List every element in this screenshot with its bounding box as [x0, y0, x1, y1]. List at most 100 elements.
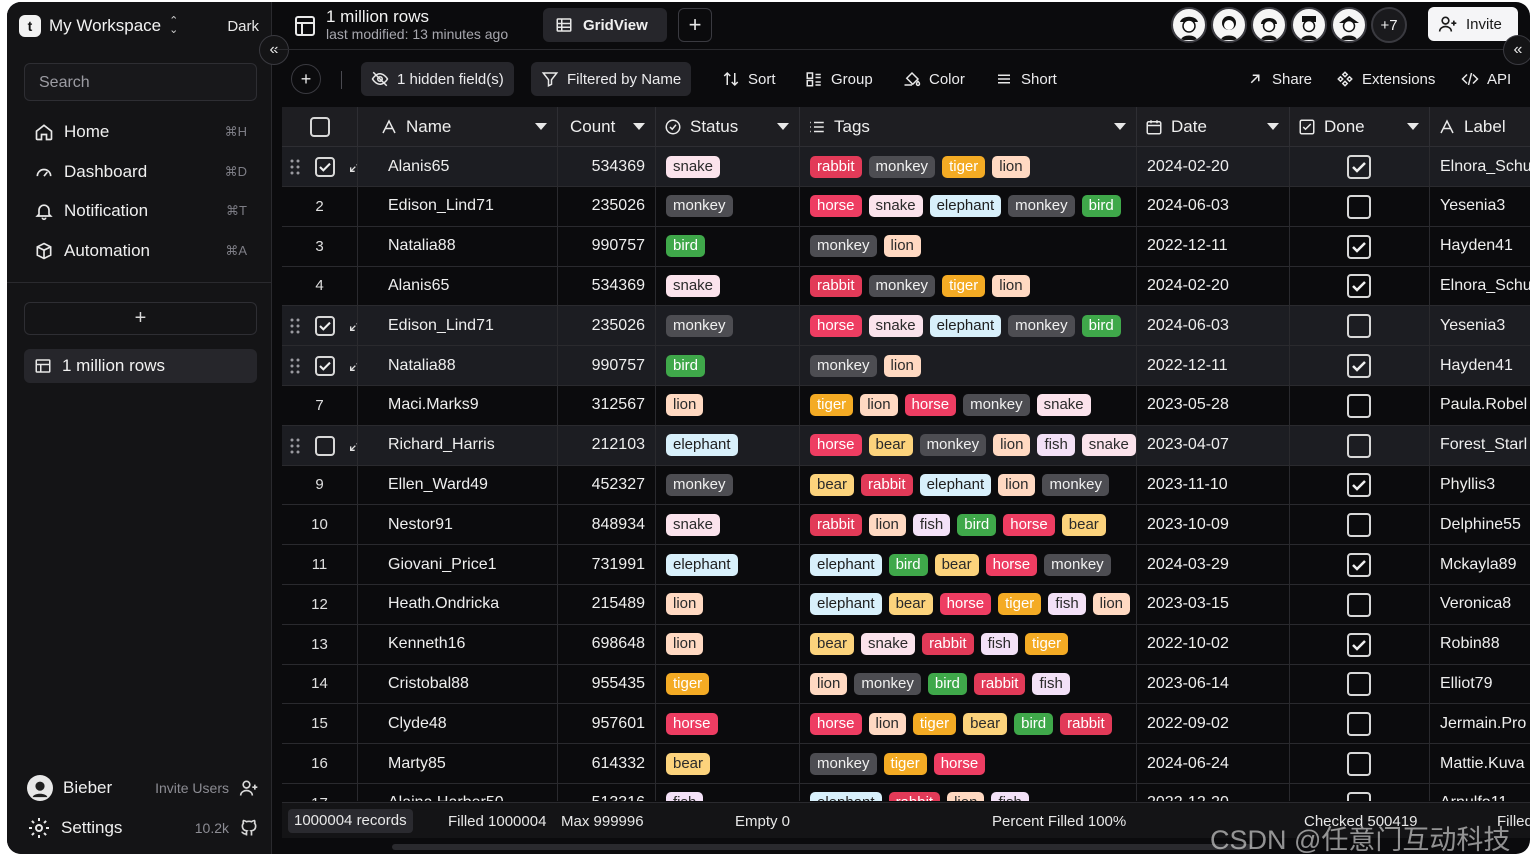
drag-handle-icon[interactable]: [290, 357, 300, 375]
workspace-switcher[interactable]: t My Workspace ⌃ ⌄ Dark: [19, 12, 259, 40]
cell-status[interactable]: horse: [656, 704, 800, 744]
avatar[interactable]: [1211, 7, 1247, 43]
cell-tags[interactable]: rabbit lion fish bird horse bear: [800, 505, 1137, 545]
cell-tags[interactable]: bear rabbit elephant lion monkey: [800, 465, 1137, 505]
cell-tags[interactable]: horse bear monkey lion fish snake: [800, 425, 1137, 465]
table-row[interactable]: 16 Marty85 614332 bear monkey tiger horse 2024-…: [282, 744, 1530, 784]
cell-status[interactable]: bird: [656, 226, 800, 266]
cell-status[interactable]: elephant: [656, 425, 800, 465]
cell-tags[interactable]: monkey lion: [800, 346, 1137, 385]
cell-count[interactable]: 957601: [558, 704, 656, 744]
table-row[interactable]: 15 Clyde48 957601 horse horse lion tiger bear bi…: [282, 704, 1530, 745]
cell-label[interactable]: Delphine55: [1430, 505, 1530, 544]
share-button[interactable]: Share: [1236, 62, 1322, 96]
cell-date[interactable]: 2022-12-20: [1137, 783, 1290, 801]
row-selector[interactable]: 17: [282, 783, 358, 801]
cell-status[interactable]: lion: [656, 584, 800, 624]
cell-label[interactable]: Elliot79: [1430, 664, 1530, 703]
row-selector[interactable]: 13: [282, 624, 358, 664]
add-record-button[interactable]: +: [291, 64, 321, 94]
done-checkbox[interactable]: [1347, 354, 1371, 378]
row-selector[interactable]: 9: [282, 465, 358, 505]
done-checkbox[interactable]: [1347, 791, 1371, 801]
table-row[interactable]: 13 Kenneth16 698648 lion bear snake rabbit fish…: [282, 624, 1530, 665]
sort-button[interactable]: Sort: [712, 62, 786, 96]
cell-date[interactable]: 2023-11-10: [1137, 465, 1290, 505]
cell-name[interactable]: Heath.Ondricka: [358, 584, 558, 624]
cell-date[interactable]: 2023-10-09: [1137, 505, 1290, 545]
cell-done[interactable]: [1290, 147, 1430, 186]
row-checkbox[interactable]: [315, 157, 335, 177]
row-selector[interactable]: 10: [282, 505, 358, 545]
done-checkbox[interactable]: [1347, 752, 1371, 776]
filter-button[interactable]: Filtered by Name: [531, 62, 692, 96]
table-row[interactable]: Edison_Lind71 235026 monkey horse snake eleph…: [282, 306, 1530, 347]
cell-name[interactable]: Alaina.Harber50: [358, 783, 558, 801]
row-selector[interactable]: [282, 147, 358, 186]
cell-name[interactable]: Alanis65: [358, 147, 558, 186]
cell-date[interactable]: 2024-03-29: [1137, 545, 1290, 584]
cell-status[interactable]: snake: [656, 505, 800, 545]
cell-label[interactable]: Robin88: [1430, 625, 1530, 664]
done-checkbox[interactable]: [1347, 473, 1371, 498]
done-checkbox[interactable]: [1347, 672, 1371, 697]
cell-label[interactable]: Phyllis3: [1430, 465, 1530, 504]
invite-button[interactable]: Invite: [1428, 7, 1518, 41]
cell-count[interactable]: 312567: [558, 385, 656, 425]
cell-status[interactable]: monkey: [656, 306, 800, 346]
api-button[interactable]: API: [1451, 62, 1521, 96]
cell-label[interactable]: Hayden41: [1430, 346, 1530, 385]
cell-status[interactable]: snake: [656, 266, 800, 306]
row-selector[interactable]: [282, 425, 358, 465]
row-selector[interactable]: 2: [282, 186, 358, 226]
cell-done[interactable]: [1290, 385, 1430, 425]
cell-date[interactable]: 2022-10-02: [1137, 624, 1290, 664]
cell-tags[interactable]: tiger lion horse monkey snake: [800, 385, 1137, 425]
cell-done[interactable]: [1290, 346, 1430, 385]
cell-name[interactable]: Alanis65: [358, 266, 558, 306]
cell-date[interactable]: 2024-06-03: [1137, 306, 1290, 346]
cell-tags[interactable]: rabbit monkey tiger lion: [800, 147, 1137, 186]
row-selector[interactable]: 4: [282, 266, 358, 306]
column-menu-caret-icon[interactable]: [633, 123, 645, 130]
cell-count[interactable]: 513316: [558, 783, 656, 801]
cell-label[interactable]: Yesenia3: [1430, 187, 1530, 226]
cell-date[interactable]: 2022-12-11: [1137, 226, 1290, 266]
column-header-done[interactable]: Done: [1290, 107, 1430, 147]
cell-date[interactable]: 2023-03-15: [1137, 584, 1290, 624]
cell-count[interactable]: 534369: [558, 266, 656, 306]
header-select-all[interactable]: [282, 107, 358, 147]
cell-done[interactable]: [1290, 266, 1430, 306]
table-row[interactable]: 11 Giovani_Price1 731991 elephant elephant bi…: [282, 545, 1530, 585]
cell-label[interactable]: Mattie.Kuva: [1430, 744, 1530, 783]
done-checkbox[interactable]: [1347, 155, 1371, 179]
column-menu-caret-icon[interactable]: [535, 123, 547, 130]
row-selector[interactable]: 3: [282, 226, 358, 266]
row-selector[interactable]: [282, 346, 358, 385]
avatar[interactable]: [1171, 7, 1207, 43]
cell-status[interactable]: snake: [656, 147, 800, 186]
done-checkbox[interactable]: [1347, 274, 1371, 299]
done-checkbox[interactable]: [1347, 712, 1371, 737]
row-checkbox[interactable]: [315, 316, 335, 337]
column-header-tags[interactable]: Tags: [800, 107, 1137, 147]
cell-done[interactable]: [1290, 306, 1430, 346]
cell-label[interactable]: Jermain.Pro: [1430, 704, 1530, 743]
cell-done[interactable]: [1290, 664, 1430, 704]
cell-status[interactable]: monkey: [656, 186, 800, 226]
row-selector[interactable]: [282, 306, 358, 346]
github-icon[interactable]: [239, 818, 259, 838]
table-row[interactable]: 9 Ellen_Ward49 452327 monkey bear rabbit eleph…: [282, 465, 1530, 506]
table-row[interactable]: 7 Maci.Marks9 312567 lion tiger lion horse monk…: [282, 385, 1530, 426]
cell-name[interactable]: Ellen_Ward49: [358, 465, 558, 505]
user-row[interactable]: Bieber Invite Users: [27, 773, 259, 803]
table-row[interactable]: 2 Edison_Lind71 235026 monkey horse snake elep…: [282, 186, 1530, 227]
cell-count[interactable]: 731991: [558, 545, 656, 584]
done-checkbox[interactable]: [1347, 433, 1371, 458]
column-header-name[interactable]: Name: [358, 107, 558, 147]
column-menu-caret-icon[interactable]: [1267, 123, 1279, 130]
cell-name[interactable]: Giovani_Price1: [358, 545, 558, 584]
cell-tags[interactable]: elephant bear horse tiger fish lion: [800, 584, 1137, 624]
cell-status[interactable]: monkey: [656, 465, 800, 505]
cell-label[interactable]: Veronica8: [1430, 585, 1530, 624]
